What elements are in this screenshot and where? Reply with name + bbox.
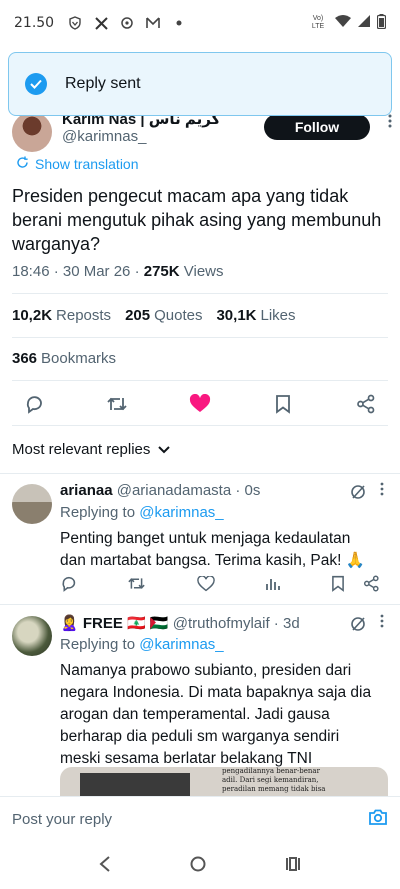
reposts-count: 10,2K — [12, 307, 53, 324]
replies-sort-label: Most relevant replies — [12, 441, 151, 458]
status-bar: 21.50 Vo) LTE — [0, 0, 400, 46]
reply-avatar[interactable] — [12, 616, 52, 656]
translate-icon — [16, 156, 29, 172]
like-heart-icon[interactable] — [186, 390, 214, 418]
check-icon — [25, 73, 47, 95]
x-app-icon — [92, 14, 110, 32]
reply-icon[interactable] — [60, 575, 77, 597]
wifi-icon — [335, 14, 351, 32]
replying-to: Replying to @karimnas_ — [60, 504, 224, 521]
system-nav-bar — [0, 843, 400, 889]
back-icon[interactable] — [99, 855, 111, 877]
reply-author-name[interactable]: arianaa — [60, 482, 113, 499]
more-options-icon[interactable] — [388, 114, 392, 131]
follow-button[interactable]: Follow — [264, 114, 370, 140]
volte-indicator: Vo) LTE — [311, 15, 325, 30]
reply-media-image[interactable]: pengadilannya benar-benar adil. Dari seg… — [60, 767, 388, 797]
divider — [0, 473, 400, 474]
share-icon[interactable] — [363, 575, 380, 597]
likes-count: 30,1K — [216, 307, 257, 324]
tweet-meta: 18:46 · 30 Mar 26 · 275K Views — [12, 263, 224, 280]
bookmark-icon[interactable] — [331, 575, 345, 597]
divider — [12, 380, 388, 381]
views-count: 275K — [143, 263, 180, 280]
chevron-down-icon — [158, 441, 171, 458]
media-dark-region — [80, 773, 190, 797]
quotes-count: 205 — [125, 307, 151, 324]
media-text-line: adil. Dari segi kemandiran, — [222, 776, 319, 784]
reply-more-options-icon[interactable] — [380, 614, 384, 631]
quotes-stat[interactable]: 205 Quotes — [125, 307, 202, 324]
reply-header: arianaa @arianadamasta · 0s — [60, 482, 260, 499]
camera-icon[interactable] — [368, 808, 388, 831]
bookmarks-count: 366 — [12, 350, 38, 367]
reply-item[interactable]: arianaa @arianadamasta · 0s Replying to … — [0, 482, 400, 598]
grok-icon[interactable] — [350, 484, 366, 505]
reply-actions-right — [331, 575, 380, 597]
reply-author-handle[interactable]: @arianadamasta · 0s — [117, 482, 261, 499]
reply-actions — [60, 574, 380, 597]
replying-to-prefix: Replying to — [60, 636, 140, 653]
reply-text: Penting banget untuk menjaga kedaulatan … — [60, 530, 366, 569]
app-notification-icon — [118, 14, 136, 32]
views-chart-icon[interactable] — [265, 576, 281, 597]
reply-text: Namanya prabowo subianto, presiden dari … — [60, 662, 372, 767]
reply-more-options-icon[interactable] — [380, 482, 384, 499]
tweet-actions — [20, 390, 380, 418]
status-time: 21.50 — [14, 15, 55, 31]
divider — [12, 425, 388, 426]
gmail-icon — [144, 14, 162, 32]
replying-to: Replying to @karimnas_ — [60, 636, 224, 653]
vpn-shield-icon — [66, 14, 84, 32]
reply-icon[interactable] — [20, 390, 48, 418]
media-text-line: pengadilannya benar-benar — [222, 767, 320, 775]
like-icon[interactable] — [196, 574, 215, 597]
likes-stat[interactable]: 30,1K Likes — [216, 307, 295, 324]
replying-to-link[interactable]: @karimnas_ — [139, 504, 223, 521]
repost-icon[interactable] — [103, 390, 131, 418]
replies-sort-selector[interactable]: Most relevant replies — [12, 441, 171, 458]
divider — [12, 337, 388, 338]
signal-icon — [357, 14, 371, 32]
author-handle[interactable]: @karimnas_ — [62, 128, 146, 145]
reply-author-handle[interactable]: @truthofmylaif · 3d — [173, 615, 300, 632]
reply-compose-bar[interactable]: Post your reply — [0, 796, 400, 842]
reposts-stat[interactable]: 10,2K Reposts — [12, 307, 111, 324]
reply-header: 🙎‍♀️ FREE 🇱🇧 🇵🇸 @truthofmylaif · 3d — [60, 614, 300, 632]
divider — [12, 293, 388, 294]
reply-avatar[interactable] — [12, 484, 52, 524]
likes-label: Likes — [260, 307, 296, 324]
share-icon[interactable] — [352, 390, 380, 418]
author-avatar[interactable] — [12, 112, 52, 152]
bookmarks-label: Bookmarks — [41, 350, 117, 367]
bookmark-icon[interactable] — [269, 390, 297, 418]
reply-input[interactable]: Post your reply — [12, 811, 112, 828]
battery-icon — [376, 13, 387, 33]
show-translation-link[interactable]: Show translation — [16, 156, 139, 172]
replying-to-link[interactable]: @karimnas_ — [139, 636, 223, 653]
reply-sent-toast[interactable]: Reply sent — [8, 52, 392, 116]
reply-author-name[interactable]: 🙎‍♀️ FREE 🇱🇧 🇵🇸 — [60, 615, 169, 632]
replying-to-prefix: Replying to — [60, 504, 140, 521]
grok-icon[interactable] — [350, 616, 366, 637]
tweet-timestamp: 18:46 · 30 Mar 26 · — [12, 263, 144, 280]
tweet-author: Karim Nas | كريم ناس @karimnas_ Follow — [12, 110, 392, 160]
show-translation-label: Show translation — [35, 156, 139, 172]
views-label: Views — [179, 263, 224, 280]
reposts-label: Reposts — [56, 307, 112, 324]
repost-icon[interactable] — [127, 575, 146, 597]
home-icon[interactable] — [190, 856, 206, 877]
bookmarks-stat[interactable]: 366 Bookmarks — [12, 350, 116, 367]
toast-message: Reply sent — [65, 75, 141, 92]
recents-icon[interactable] — [285, 856, 301, 877]
media-text: pengadilannya benar-benar adil. Dari seg… — [222, 767, 325, 794]
divider — [0, 604, 400, 605]
tweet-text: Presiden pengecut macam apa yang tidak b… — [12, 186, 382, 254]
tweet-stats: 10,2K Reposts 205 Quotes 30,1K Likes — [12, 307, 296, 324]
more-notifications-dot-icon — [170, 14, 188, 32]
quotes-label: Quotes — [154, 307, 203, 324]
media-text-line: peradilan memang tidak bisa — [222, 785, 326, 793]
